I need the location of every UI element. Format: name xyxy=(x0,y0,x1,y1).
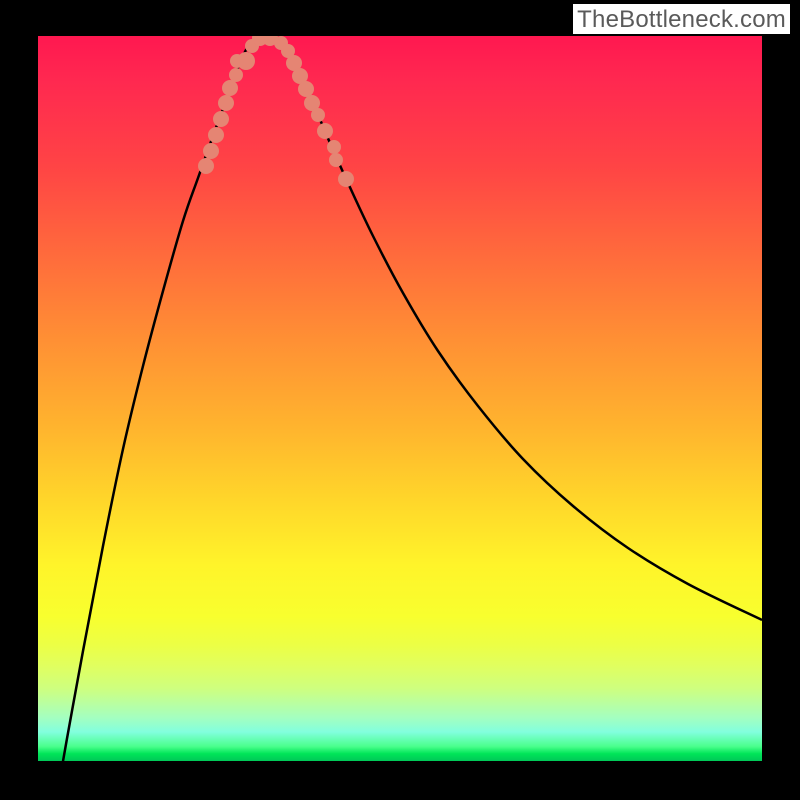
data-marker xyxy=(327,140,341,154)
data-marker xyxy=(298,81,314,97)
background-gradient xyxy=(38,36,762,761)
data-marker xyxy=(229,68,243,82)
data-marker xyxy=(222,80,238,96)
data-marker xyxy=(311,108,325,122)
data-marker xyxy=(203,143,219,159)
watermark-text: TheBottleneck.com xyxy=(573,4,790,34)
data-marker xyxy=(237,52,255,70)
data-marker xyxy=(218,95,234,111)
data-marker xyxy=(213,111,229,127)
chart-stage: TheBottleneck.com xyxy=(0,0,800,800)
plot-area xyxy=(38,36,762,761)
data-marker xyxy=(208,127,224,143)
data-marker xyxy=(198,158,214,174)
data-marker xyxy=(329,153,343,167)
data-marker xyxy=(338,171,354,187)
data-marker xyxy=(317,123,333,139)
